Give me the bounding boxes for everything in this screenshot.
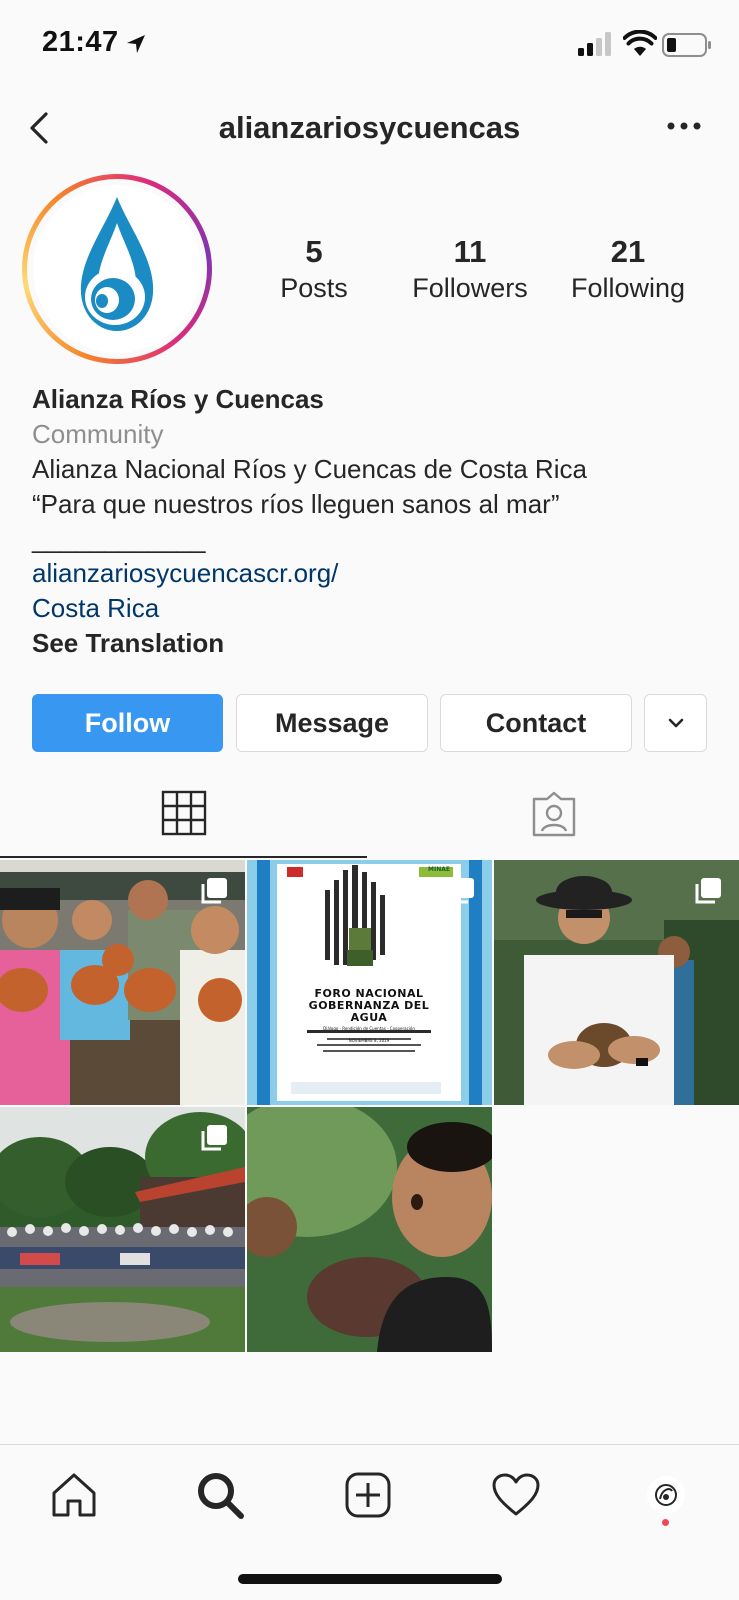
profile-bio: Alianza Ríos y Cuencas Community Alianza… xyxy=(32,382,722,661)
multiple-photos-icon xyxy=(201,1125,227,1151)
add-post-icon xyxy=(345,1472,391,1518)
signal-icon xyxy=(578,32,611,56)
wifi-icon xyxy=(623,30,657,56)
poster-date: NOVIEMBRE 8, 2019 xyxy=(348,1038,390,1043)
following-label: Following xyxy=(570,273,686,303)
website-link[interactable]: alianzariosycuencascr.org/ xyxy=(32,556,722,591)
poster-title-line: AGUA xyxy=(350,1011,388,1024)
post-thumbnail[interactable]: FORO NACIONAL GOBERNANZA DEL AGUA Diálog… xyxy=(247,860,492,1105)
poster-title: FORO NACIONAL GOBERNANZA DEL AGUA xyxy=(277,988,461,1024)
ellipsis-icon[interactable] xyxy=(666,118,702,134)
profile-category: Community xyxy=(32,419,164,449)
nav-activity[interactable] xyxy=(486,1465,546,1525)
stat-posts: 5 Posts xyxy=(262,232,366,304)
tagged-user-icon xyxy=(532,791,575,837)
tab-tagged[interactable] xyxy=(369,770,738,858)
heart-icon xyxy=(492,1473,540,1516)
status-bar: 21:47 xyxy=(0,0,739,92)
followers-count: 11 xyxy=(453,234,487,269)
drop-logo-icon xyxy=(80,197,154,331)
suggested-accounts-button[interactable] xyxy=(644,694,707,752)
avatar[interactable] xyxy=(33,185,201,353)
nav-search[interactable] xyxy=(190,1465,250,1525)
post-thumbnail[interactable] xyxy=(0,1107,245,1352)
chevron-down-icon xyxy=(668,718,683,728)
follow-button[interactable]: Follow xyxy=(32,694,223,752)
grid-icon xyxy=(161,790,206,836)
profile-icon xyxy=(647,1476,685,1514)
nav-profile[interactable] xyxy=(636,1465,696,1525)
bio-divider: ____________ xyxy=(32,524,206,554)
poster-subtitle: Diálogo - Rendición de Cuentas - Coopera… xyxy=(323,1026,415,1031)
location-arrow-icon xyxy=(127,35,145,53)
multiple-photos-icon xyxy=(448,878,474,904)
location-link[interactable]: Costa Rica xyxy=(32,591,722,626)
message-button[interactable]: Message xyxy=(236,694,428,752)
multiple-photos-icon xyxy=(201,878,227,904)
contact-button[interactable]: Contact xyxy=(440,694,632,752)
see-translation-link[interactable]: See Translation xyxy=(32,626,722,661)
profile-name: Alianza Ríos y Cuencas xyxy=(32,384,324,414)
username-title: alianzariosycuencas xyxy=(218,110,521,145)
post-image xyxy=(247,1107,492,1352)
profile-header: alianzariosycuencas xyxy=(0,92,739,172)
home-indicator xyxy=(238,1574,502,1584)
stat-followers[interactable]: 11 Followers xyxy=(404,232,536,304)
bio-line: Alianza Nacional Ríos y Cuencas de Costa… xyxy=(32,454,587,484)
poster-badge: MINAE xyxy=(428,866,450,873)
following-count: 21 xyxy=(610,234,646,269)
home-icon xyxy=(52,1473,96,1517)
search-icon xyxy=(198,1473,244,1519)
battery-icon xyxy=(662,33,711,57)
profile-tabs xyxy=(0,770,739,858)
post-thumbnail[interactable] xyxy=(0,860,245,1105)
bio-line: “Para que nuestros ríos lleguen sanos al… xyxy=(32,489,560,519)
followers-label: Followers xyxy=(412,273,528,303)
posts-count: 5 xyxy=(305,234,323,269)
notification-dot xyxy=(662,1519,669,1526)
post-thumbnail[interactable] xyxy=(247,1107,492,1352)
status-time: 21:47 xyxy=(42,26,119,58)
post-thumbnail[interactable] xyxy=(494,860,739,1105)
nav-home[interactable] xyxy=(44,1465,104,1525)
multiple-photos-icon xyxy=(695,878,721,904)
stat-following[interactable]: 21 Following xyxy=(560,232,696,304)
tab-grid[interactable] xyxy=(0,770,367,858)
nav-add-post[interactable] xyxy=(338,1465,398,1525)
posts-label: Posts xyxy=(280,273,348,303)
